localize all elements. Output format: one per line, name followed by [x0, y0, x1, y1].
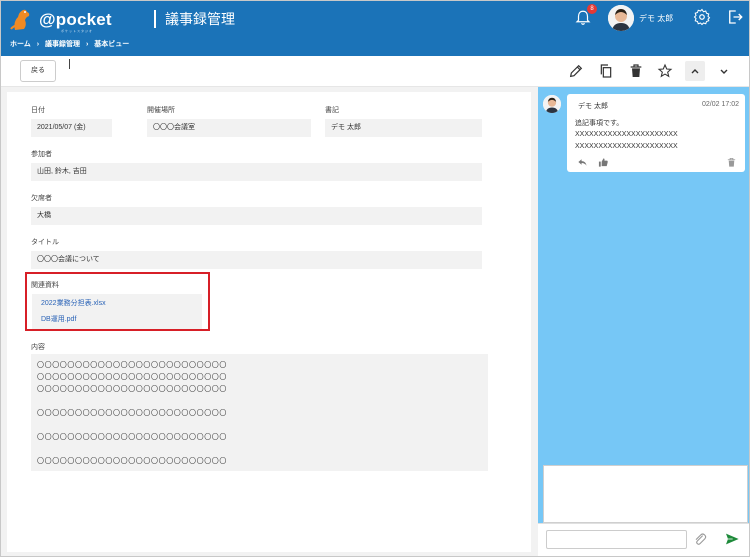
absentees-label: 欠席者	[31, 195, 52, 202]
comment-textarea[interactable]	[543, 465, 748, 523]
user-avatar[interactable]	[608, 5, 634, 31]
compose-footer	[538, 523, 749, 556]
attendees-label: 参加者	[31, 151, 52, 158]
doc-link[interactable]: 2022業務分担表.xlsx	[41, 298, 106, 308]
app-logo[interactable]: @pocket ポケットスタジオ	[9, 5, 119, 33]
user-name[interactable]: デモ 太郎	[639, 13, 673, 24]
logo-text: @pocket	[39, 10, 112, 29]
writer-field: デモ 太郎	[325, 119, 482, 137]
content-line: 〇〇〇〇〇〇〇〇〇〇〇〇〇〇〇〇〇〇〇〇〇〇〇〇〇	[37, 410, 227, 417]
record-card: 日付 2021/05/07 (金) 開催場所 〇〇〇会議室 書記 デモ 太郎 参…	[7, 92, 531, 552]
docs-label: 関連資料	[31, 282, 59, 289]
breadcrumb: ホーム › 議事録管理 › 基本ビュー	[1, 37, 749, 56]
edit-icon[interactable]	[568, 63, 584, 79]
place-field: 〇〇〇会議室	[147, 119, 311, 137]
place-label: 開催場所	[147, 107, 175, 114]
gear-icon[interactable]	[693, 8, 711, 26]
comment-line: 追記事項です。	[575, 120, 624, 127]
breadcrumb-basic-view[interactable]: 基本ビュー	[94, 41, 129, 48]
breadcrumb-separator: ›	[36, 41, 40, 48]
breadcrumb-minutes[interactable]: 議事録管理	[45, 41, 80, 48]
trash-icon[interactable]	[628, 63, 644, 79]
title-field: 〇〇〇会議について	[31, 251, 482, 269]
reply-icon[interactable]	[577, 157, 588, 168]
page-title: 議事録管理	[154, 10, 235, 28]
date-field: 2021/05/07 (金)	[31, 119, 112, 137]
content-line: 〇〇〇〇〇〇〇〇〇〇〇〇〇〇〇〇〇〇〇〇〇〇〇〇〇	[37, 386, 227, 393]
content-field: 〇〇〇〇〇〇〇〇〇〇〇〇〇〇〇〇〇〇〇〇〇〇〇〇〇 〇〇〇〇〇〇〇〇〇〇〇〇〇〇…	[31, 354, 488, 471]
comment-line: XXXXXXXXXXXXXXXXXXXXXX	[575, 143, 678, 150]
writer-label: 書記	[325, 107, 339, 114]
notification-badge: 8	[587, 4, 597, 14]
comment-card: デモ 太郎 02/02 17:02 追記事項です。 XXXXXXXXXXXXXX…	[567, 94, 745, 172]
comment-author: デモ 太郎	[578, 103, 608, 110]
doc-link[interactable]: DB運用.pdf	[41, 314, 76, 324]
toolbar: 戻る	[1, 56, 749, 87]
docs-list: 2022業務分担表.xlsx DB運用.pdf	[32, 294, 202, 329]
previous-button[interactable]	[685, 61, 705, 81]
text-cursor	[69, 59, 70, 69]
content-label: 内容	[31, 344, 45, 351]
app-header: @pocket ポケットスタジオ 議事録管理 8 デモ 太郎	[1, 1, 749, 37]
breadcrumb-home[interactable]: ホーム	[10, 41, 31, 48]
paperclip-icon[interactable]	[692, 531, 708, 547]
logo-subtext: ポケットスタジオ	[61, 29, 94, 33]
thumbs-up-icon[interactable]	[598, 157, 609, 168]
copy-icon[interactable]	[598, 63, 614, 79]
title-label: タイトル	[31, 239, 59, 246]
star-icon[interactable]	[657, 63, 673, 79]
content-line: 〇〇〇〇〇〇〇〇〇〇〇〇〇〇〇〇〇〇〇〇〇〇〇〇〇	[37, 458, 227, 465]
attendees-field: 山田, 鈴木, 吉田	[31, 163, 482, 181]
content-line: 〇〇〇〇〇〇〇〇〇〇〇〇〇〇〇〇〇〇〇〇〇〇〇〇〇	[37, 374, 227, 381]
comment-time: 02/02 17:02	[702, 101, 739, 108]
chevron-down-icon	[720, 69, 728, 74]
comment-line: XXXXXXXXXXXXXXXXXXXXXX	[575, 131, 678, 138]
logout-icon[interactable]	[726, 8, 744, 26]
chevron-up-icon	[691, 69, 699, 74]
breadcrumb-separator: ›	[86, 41, 89, 48]
date-label: 日付	[31, 107, 45, 114]
trash-icon[interactable]	[726, 157, 737, 168]
kangaroo-logo-icon	[10, 9, 30, 30]
attachment-input[interactable]	[546, 530, 687, 549]
absentees-field: 大橋	[31, 207, 482, 225]
record-area: 日付 2021/05/07 (金) 開催場所 〇〇〇会議室 書記 デモ 太郎 参…	[1, 87, 538, 556]
content-line: 〇〇〇〇〇〇〇〇〇〇〇〇〇〇〇〇〇〇〇〇〇〇〇〇〇	[37, 434, 227, 441]
send-icon[interactable]	[723, 531, 741, 547]
next-button[interactable]	[714, 61, 734, 81]
back-button[interactable]: 戻る	[20, 60, 56, 82]
comment-panel: デモ 太郎 02/02 17:02 追記事項です。 XXXXXXXXXXXXXX…	[538, 87, 749, 556]
comment-avatar	[543, 95, 561, 113]
content-line: 〇〇〇〇〇〇〇〇〇〇〇〇〇〇〇〇〇〇〇〇〇〇〇〇〇	[37, 362, 227, 369]
